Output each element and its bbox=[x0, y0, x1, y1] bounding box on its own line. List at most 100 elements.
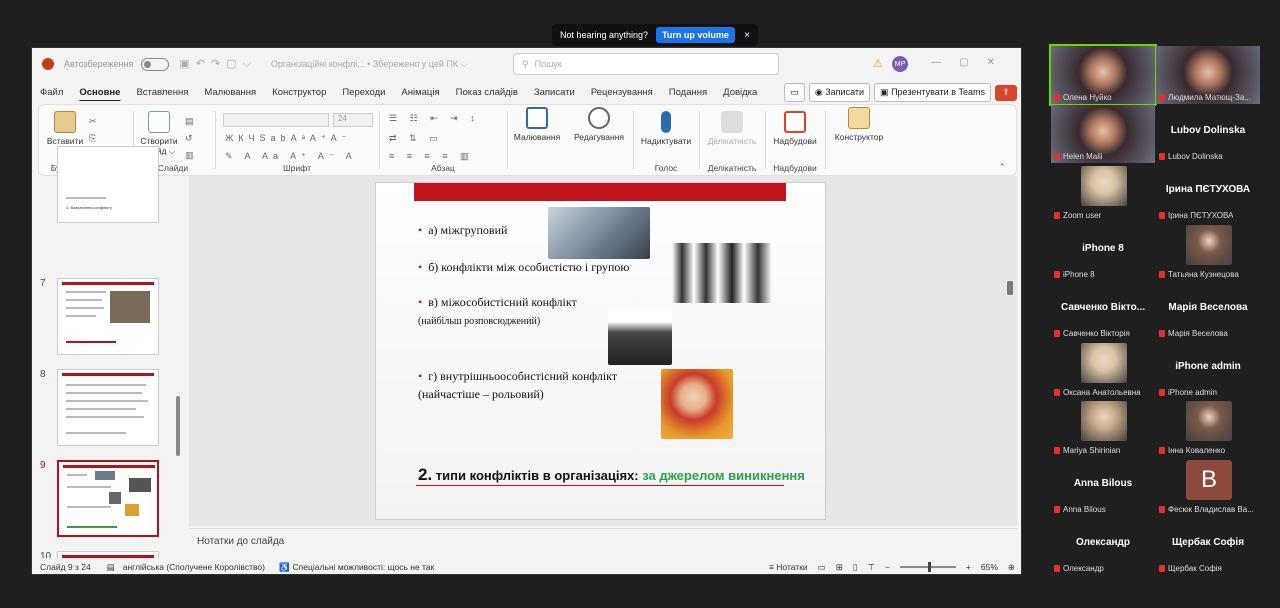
zoom-level[interactable]: 65% bbox=[981, 562, 998, 572]
notes-field[interactable]: Нотатки до слайда bbox=[189, 528, 1017, 556]
zoom-slider[interactable] bbox=[899, 562, 956, 572]
participant-tile[interactable]: Савченко Вікто... Савченко Вікторія bbox=[1051, 281, 1155, 340]
zoom-out-icon[interactable]: − bbox=[885, 562, 890, 572]
participant-tile[interactable]: Ірина ПЄТУХОВА Ірина ПЄТУХОВА bbox=[1156, 163, 1260, 222]
font-size-box[interactable]: 24 bbox=[333, 113, 373, 127]
warning-icon[interactable]: ⚠ bbox=[873, 57, 883, 70]
slide-thumbnail-6[interactable]: 1. Визначення конфлікту bbox=[57, 146, 159, 223]
participant-tile[interactable]: Людмила Матющ-За... bbox=[1156, 46, 1260, 104]
participant-tile[interactable]: Helen Malii bbox=[1051, 104, 1155, 163]
addins-group-label: Надбудови bbox=[773, 163, 817, 173]
close-icon[interactable]: × bbox=[744, 30, 750, 41]
direction-icons[interactable]: ⇄ ⇅ ▭ bbox=[389, 133, 443, 144]
spellcheck-icon[interactable]: ▤ bbox=[107, 562, 115, 573]
avatar[interactable]: MP bbox=[892, 56, 908, 72]
notes-toggle[interactable]: ≡ Нотатки bbox=[769, 562, 808, 572]
present-in-teams-button[interactable]: ▣ Презентувати в Teams bbox=[874, 83, 991, 102]
tab-view[interactable]: Подання bbox=[661, 87, 715, 98]
slideshow-icon[interactable]: ⊤ bbox=[868, 562, 875, 573]
tab-insert[interactable]: Вставлення bbox=[128, 87, 196, 98]
reading-view-icon[interactable]: ▯ bbox=[853, 562, 858, 573]
slide-thumbnail-7[interactable] bbox=[57, 278, 159, 355]
participant-name: Mariya Shirinian bbox=[1063, 446, 1121, 456]
tab-help[interactable]: Довідка bbox=[715, 87, 765, 98]
tab-file[interactable]: Файл bbox=[32, 87, 71, 98]
accessibility-icon[interactable]: ♿ bbox=[279, 562, 290, 573]
editing-button[interactable]: Редагування bbox=[569, 107, 629, 142]
participant-tile[interactable]: Щербак Софія Щербак Софія bbox=[1156, 517, 1260, 576]
footer-highlight: за джерелом виникнення bbox=[642, 468, 805, 483]
designer-button[interactable]: Конструктор bbox=[827, 107, 891, 142]
participant-tile[interactable]: Zoom user bbox=[1051, 163, 1155, 222]
language-indicator[interactable]: англійська (Сполучене Королівство) bbox=[123, 562, 265, 572]
thumb-caption: 1. Визначення конфлікту bbox=[66, 205, 112, 210]
paragraph-group-label: Абзац bbox=[431, 163, 455, 173]
tab-review[interactable]: Рецензування bbox=[583, 87, 661, 98]
thumbnail-scrollbar[interactable] bbox=[176, 396, 180, 456]
participant-tile[interactable]: Lubov Dolinska Lubov Dolinska bbox=[1156, 104, 1260, 163]
layout-icons[interactable]: ▤ ↺ ▥ bbox=[185, 113, 194, 164]
participant-tile[interactable]: iPhone admin iPhone admin bbox=[1156, 340, 1260, 399]
document-title[interactable]: Організаційні конфлі... • Збережено у це… bbox=[271, 59, 468, 70]
tab-design[interactable]: Конструктор bbox=[264, 87, 334, 98]
slide-sorter-icon[interactable]: ⊞ bbox=[836, 562, 843, 573]
comment-icon[interactable]: ▭ bbox=[784, 83, 805, 102]
tab-slideshow[interactable]: Показ слайдів bbox=[448, 87, 526, 98]
participant-tile[interactable]: Інна Коваленко bbox=[1156, 399, 1260, 458]
participant-name: Anna Bilous bbox=[1063, 505, 1106, 515]
window-controls[interactable]: —▢✕ bbox=[931, 57, 1013, 68]
participant-tile[interactable]: Татьяна Кузнецова bbox=[1156, 222, 1260, 281]
normal-view-icon[interactable]: ▭ bbox=[818, 562, 826, 573]
share-icon[interactable]: ⇪ bbox=[995, 84, 1017, 101]
font-group: 24 ЖКЧSabAᵃA⁺A⁻ ✎ A Aa A⁺ A⁻ A Шрифт bbox=[217, 109, 377, 173]
participant-display-name: Олександр bbox=[1075, 537, 1131, 549]
quick-access-icons[interactable]: ▣↶↷▢⌵ bbox=[179, 57, 257, 71]
tab-record[interactable]: Записати bbox=[526, 87, 583, 98]
participant-tile[interactable]: iPhone 8 iPhone 8 bbox=[1051, 222, 1155, 281]
font-name-box[interactable] bbox=[223, 113, 329, 127]
slide-scrollbar[interactable] bbox=[1007, 281, 1013, 295]
thumb-line bbox=[66, 291, 106, 293]
slide-counter: Слайд 9 з 24 bbox=[40, 562, 91, 572]
turn-up-volume-button[interactable]: Turn up volume bbox=[656, 27, 735, 43]
zoom-in-icon[interactable]: + bbox=[966, 562, 971, 572]
align-icons[interactable]: ≡ ≡ ≡ ≡ ▥ bbox=[389, 151, 474, 162]
participant-tile[interactable]: Марія Веселова Марія Веселова bbox=[1156, 281, 1260, 340]
tab-home[interactable]: Основне bbox=[71, 87, 128, 98]
slide-thumbnail-9[interactable] bbox=[57, 460, 159, 537]
divider bbox=[633, 111, 634, 169]
participant-tile[interactable]: Олена Нуйко bbox=[1049, 44, 1157, 106]
sensitivity-button[interactable]: Делікатність bbox=[703, 111, 761, 146]
participant-name: Олександр bbox=[1063, 564, 1104, 574]
tab-draw[interactable]: Малювання bbox=[196, 87, 264, 98]
paste-icon bbox=[54, 111, 76, 133]
microphone-icon bbox=[661, 111, 671, 133]
thumb-line bbox=[66, 416, 144, 418]
collapse-ribbon-icon[interactable]: ⌃ bbox=[998, 162, 1006, 173]
tab-transitions[interactable]: Переходи bbox=[334, 87, 393, 98]
participant-display-name: iPhone admin bbox=[1175, 360, 1241, 372]
record-button[interactable]: ◉ Записати bbox=[808, 83, 871, 102]
fit-slide-icon[interactable]: ⊕ bbox=[1008, 562, 1015, 573]
participant-tile[interactable]: B Фесюк Владислав Ва... bbox=[1156, 458, 1260, 517]
participant-tile[interactable]: Anna Bilous Anna Bilous bbox=[1051, 458, 1155, 517]
autosave-toggle[interactable] bbox=[141, 57, 170, 71]
search-input[interactable]: ⚲ Пошук bbox=[513, 53, 779, 75]
participant-tile[interactable]: Mariya Shirinian bbox=[1051, 399, 1155, 458]
paste-button[interactable]: Вставити bbox=[45, 111, 85, 146]
tab-animations[interactable]: Анімація bbox=[393, 87, 447, 98]
search-icon: ⚲ bbox=[522, 58, 529, 69]
current-slide[interactable]: • а) міжгруповий • б) конфлікти між особис… bbox=[375, 182, 826, 520]
addins-button[interactable]: Надбудови bbox=[769, 111, 821, 146]
participant-tile[interactable]: Олександр Олександр bbox=[1051, 517, 1155, 576]
dictate-button[interactable]: Надиктувати bbox=[637, 111, 695, 146]
slide-thumbnail-8[interactable] bbox=[57, 369, 159, 446]
thumb-line bbox=[66, 400, 148, 402]
drawing-button[interactable]: Малювання bbox=[509, 107, 565, 142]
accessibility-status[interactable]: Спеціальні можливості: щось не так bbox=[293, 562, 435, 572]
font-style-icons[interactable]: ЖКЧSabAᵃA⁺A⁻ bbox=[225, 133, 351, 144]
participant-name: Інна Коваленко bbox=[1168, 446, 1226, 456]
participant-tile[interactable]: Оксана Анатольевна bbox=[1051, 340, 1155, 399]
font-color-icons[interactable]: ✎ A Aa A⁺ A⁻ A bbox=[225, 151, 357, 162]
list-icons[interactable]: ☰ ☷ ⇤ ⇥ ↕ bbox=[389, 113, 480, 124]
